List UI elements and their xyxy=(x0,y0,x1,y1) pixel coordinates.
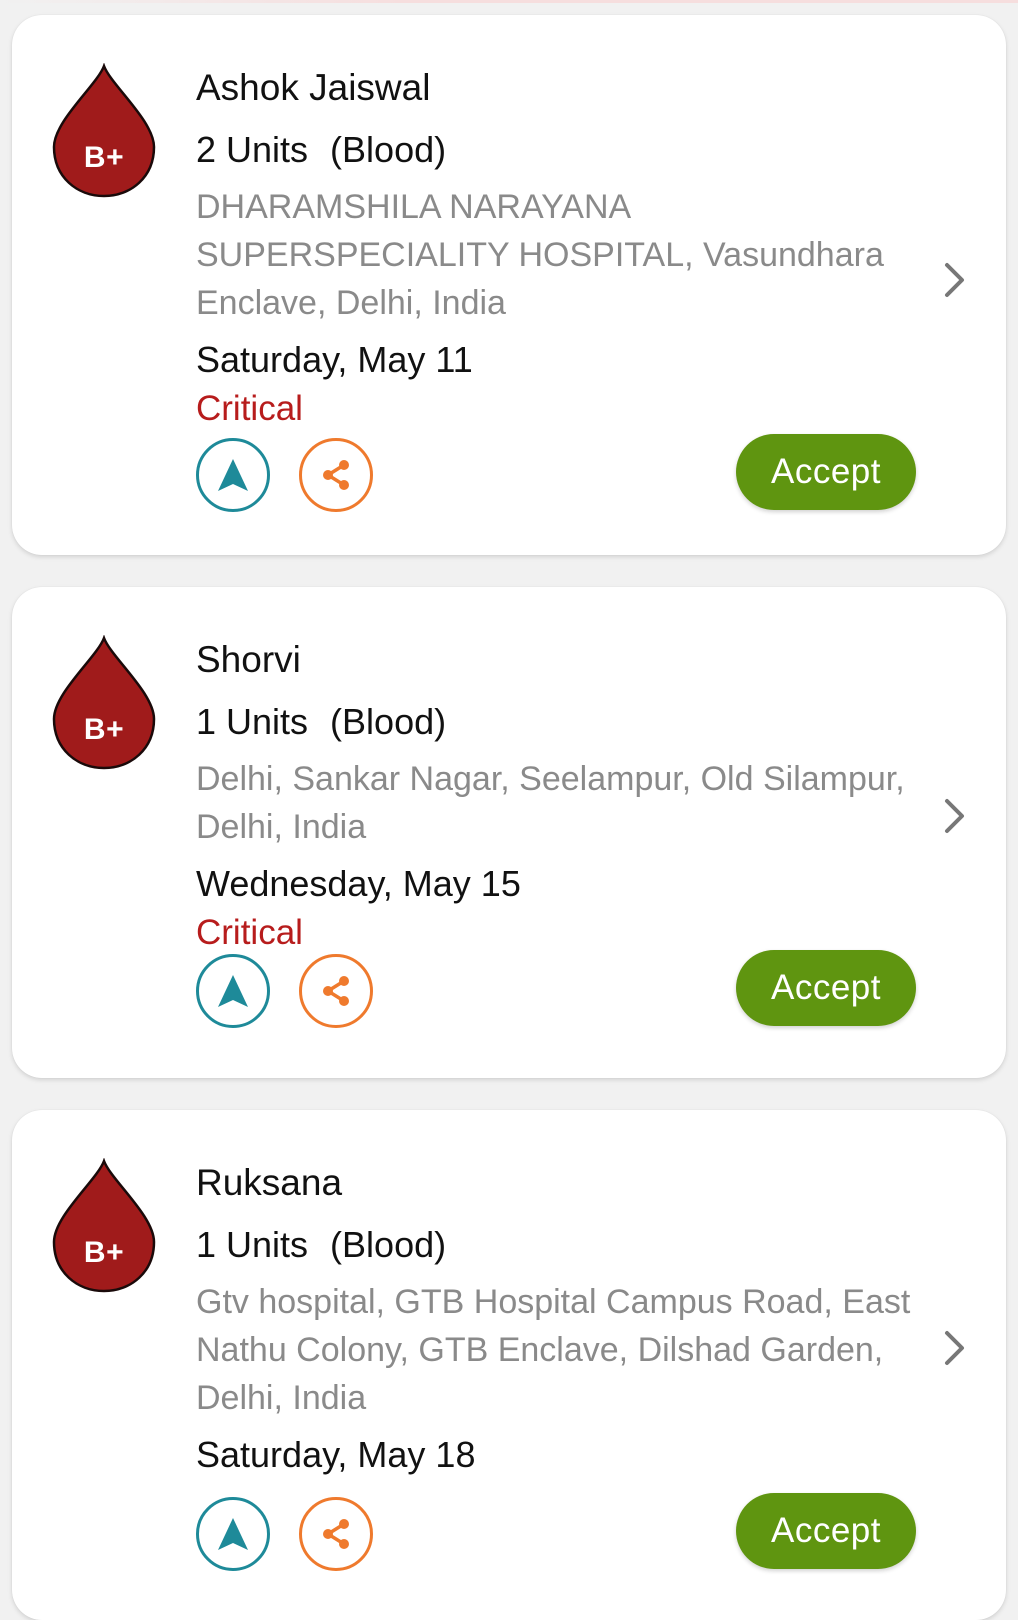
status-critical: Critical xyxy=(196,389,303,428)
request-details: Ruksana 1 Units (Blood) Gtv hospital, GTB… xyxy=(196,1152,926,1480)
request-type: (Blood) xyxy=(330,701,447,742)
accept-button[interactable]: Accept xyxy=(736,434,916,510)
blood-drop-icon: B+ xyxy=(52,1158,168,1298)
navigation-arrow-icon xyxy=(218,1518,248,1550)
units-count: 1 Units xyxy=(196,1224,309,1265)
accept-button[interactable]: Accept xyxy=(736,1493,916,1569)
request-details: Shorvi 1 Units (Blood) Delhi, Sankar Naga… xyxy=(196,629,926,957)
navigate-button[interactable] xyxy=(196,438,270,512)
blood-group-label: B+ xyxy=(83,141,125,174)
navigate-button[interactable] xyxy=(196,1497,270,1571)
requester-name: Ashok Jaiswal xyxy=(196,67,431,108)
request-card[interactable]: B+ Ashok Jaiswal 2 Units (Blood) DHARAMSH… xyxy=(12,15,1006,555)
request-card[interactable]: B+ Ruksana 1 Units (Blood) Gtv hospital, … xyxy=(12,1110,1006,1620)
accept-button[interactable]: Accept xyxy=(736,950,916,1026)
units-line: 2 Units (Blood) xyxy=(196,119,926,181)
share-icon xyxy=(323,976,349,1006)
share-button[interactable] xyxy=(299,438,373,512)
request-type: (Blood) xyxy=(330,1224,447,1265)
top-divider xyxy=(0,0,1018,3)
blood-drop-icon: B+ xyxy=(52,635,168,775)
units-line: 1 Units (Blood) xyxy=(196,691,926,753)
request-details: Ashok Jaiswal 2 Units (Blood) DHARAMSHILA… xyxy=(196,57,926,433)
chevron-right-icon[interactable] xyxy=(942,260,968,300)
chevron-right-icon[interactable] xyxy=(942,1328,968,1368)
requester-name: Ruksana xyxy=(196,1162,343,1203)
share-icon xyxy=(323,1519,349,1549)
requester-name: Shorvi xyxy=(196,639,301,680)
units-count: 2 Units xyxy=(196,129,309,170)
share-icon xyxy=(323,460,349,490)
request-date: Saturday, May 11 xyxy=(196,339,473,380)
request-date: Saturday, May 18 xyxy=(196,1434,476,1475)
request-card[interactable]: B+ Shorvi 1 Units (Blood) Delhi, Sankar N… xyxy=(12,587,1006,1078)
units-count: 1 Units xyxy=(196,701,309,742)
navigation-arrow-icon xyxy=(218,459,248,491)
blood-group-label: B+ xyxy=(83,1236,125,1269)
chevron-right-icon[interactable] xyxy=(942,796,968,836)
share-button[interactable] xyxy=(299,954,373,1028)
hospital-address: DHARAMSHILA NARAYANA SUPERSPECIALITY HOS… xyxy=(196,188,884,322)
card-actions: Accept xyxy=(196,434,916,518)
share-button[interactable] xyxy=(299,1497,373,1571)
hospital-address: Delhi, Sankar Nagar, Seelampur, Old Sila… xyxy=(196,760,905,846)
navigation-arrow-icon xyxy=(218,975,248,1007)
request-date: Wednesday, May 15 xyxy=(196,863,521,904)
navigate-button[interactable] xyxy=(196,954,270,1028)
blood-group-label: B+ xyxy=(83,713,125,746)
request-type: (Blood) xyxy=(330,129,447,170)
blood-drop-icon: B+ xyxy=(52,63,168,203)
card-actions: Accept xyxy=(196,1493,916,1577)
units-line: 1 Units (Blood) xyxy=(196,1214,926,1276)
card-actions: Accept xyxy=(196,950,916,1034)
hospital-address: Gtv hospital, GTB Hospital Campus Road, … xyxy=(196,1283,911,1417)
